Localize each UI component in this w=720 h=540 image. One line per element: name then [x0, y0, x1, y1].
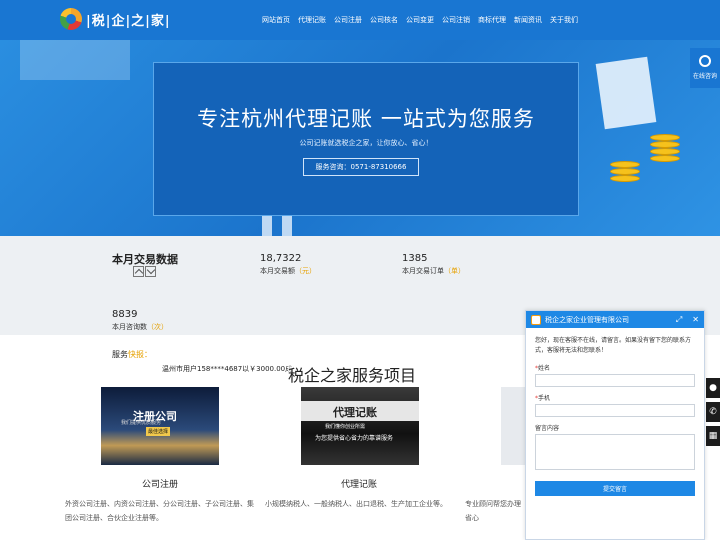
banner-tag: 最佳选择 [146, 427, 171, 436]
news-flash-text: 温州市用户158****4687以￥3000.00成 [162, 365, 293, 373]
chevron-up-icon[interactable] [133, 266, 144, 277]
phone-icon[interactable]: ✆ [706, 402, 720, 422]
nav-item-home[interactable]: 网站首页 [262, 15, 290, 25]
news-flash-label: 服务快报： [112, 350, 152, 359]
stat-orders-unit: （单） [444, 267, 465, 275]
banner-subtitle: 我们提供优质服务 [121, 420, 162, 426]
decor-bar [282, 215, 292, 236]
banner-subtitle: 我们懂你创业所需 [325, 424, 366, 430]
nav-item-trademark[interactable]: 商标代理 [478, 15, 506, 25]
stat-amount: 18,7322 本月交易额（元） [260, 253, 316, 276]
nav-item-cancel[interactable]: 公司注销 [442, 15, 470, 25]
nav-item-about[interactable]: 关于我们 [550, 15, 578, 25]
chat-company-name: 税企之家企业管理有限公司 [545, 315, 629, 324]
consult-phone-button[interactable]: 服务咨询：0571-87310666 [303, 158, 419, 176]
chat-header: 税企之家企业管理有限公司 ⤢ ✕ [526, 311, 704, 328]
close-icon[interactable]: ✕ [692, 315, 699, 325]
name-field[interactable] [535, 374, 695, 387]
stat-inquiries-unit: （次） [147, 323, 168, 331]
headset-icon [699, 55, 711, 67]
logo-text: |税|企|之|家| [86, 13, 171, 29]
nav-item-bookkeeping[interactable]: 代理记账 [298, 15, 326, 25]
name-label: *姓名 [535, 365, 551, 372]
banner-title: 代理记账 [333, 406, 377, 419]
message-textarea[interactable] [535, 434, 695, 470]
service-name-registration[interactable]: 公司注册 [142, 477, 178, 490]
coin-stack-icon [650, 155, 680, 162]
submit-message-button[interactable]: 提交留言 [535, 481, 695, 496]
stat-orders-value: 1385 [402, 253, 428, 264]
banner-tag: 为您提供省心省力的靠谱服务 [315, 435, 394, 442]
coin-icon [610, 175, 640, 182]
decor-block [20, 40, 130, 80]
coin-icon [610, 161, 640, 168]
main-nav: 网站首页 代理记账 公司注册 公司核名 公司变更 公司注销 商标代理 新闻资讯 … [262, 0, 578, 40]
service-desc-third: 专业顾问帮您办理省心 [465, 500, 521, 522]
stats-title: 本月交易数据 [112, 253, 178, 266]
hero-title: 专注杭州代理记账 一站式为您服务 [197, 107, 535, 131]
site-logo[interactable]: |税|企|之|家| [60, 8, 171, 30]
service-desc-registration: 外资公司注册、内资公司注册、分公司注册、子公司注册、集团公司注册、合伙企业注册等… [65, 500, 254, 522]
nav-item-change[interactable]: 公司变更 [406, 15, 434, 25]
service-name-bookkeeping[interactable]: 代理记账 [341, 477, 377, 490]
stat-inquiries-label: 本月咨询数 [112, 323, 147, 331]
stats-pager [133, 266, 156, 277]
chevron-down-icon[interactable] [145, 266, 156, 277]
phone-field[interactable] [535, 404, 695, 417]
document-icon [595, 56, 657, 130]
online-consult-button[interactable]: 在线咨询 [690, 48, 720, 88]
coin-icon [650, 134, 680, 141]
hero-subtitle: 公司记账就选税企之家，让你放心、省心！ [299, 139, 433, 147]
nav-item-registration[interactable]: 公司注册 [334, 15, 362, 25]
online-consult-label: 在线咨询 [692, 73, 717, 80]
hero-banner: 专注杭州代理记账 一站式为您服务 公司记账就选税企之家，让你放心、省心！ 服务咨… [0, 40, 720, 236]
stat-amount-unit: （元） [295, 267, 316, 275]
nav-item-name-check[interactable]: 公司核名 [370, 15, 398, 25]
hero-card: 专注杭州代理记账 一站式为您服务 公司记账就选税企之家，让你放心、省心！ 服务咨… [153, 62, 579, 216]
phone-label: *手机 [535, 395, 551, 402]
chat-offline-message: 您好，现在客服不在线，请留言。如果没有留下您的联系方式，客服将无法和您联系！ [535, 337, 692, 354]
service-banner-bookkeeping[interactable]: 代理记账 我们懂你创业所需 为您提供省心省力的靠谱服务 [301, 387, 419, 465]
site-header: |税|企|之|家| 网站首页 代理记账 公司注册 公司核名 公司变更 公司注销 … [0, 0, 720, 40]
coin-icon [610, 168, 640, 175]
logo-mark-icon [60, 8, 82, 30]
service-banner-registration[interactable]: 注册公司 我们提供优质服务 最佳选择 [101, 387, 219, 465]
qrcode-icon[interactable]: ▦ [706, 426, 720, 446]
chat-side-icon[interactable]: ● [706, 378, 720, 398]
stat-inquiries: 8839 本月咨询数（次） [112, 309, 168, 332]
chat-widget: 税企之家企业管理有限公司 ⤢ ✕ 您好，现在客服不在线，请留言。如果没有留下您的联… [525, 310, 705, 540]
stat-amount-value: 18,7322 [260, 253, 302, 264]
stat-orders-label: 本月交易订单 [402, 267, 444, 275]
service-desc-bookkeeping: 小规模纳税人、一般纳税人、出口退税、生产加工企业等。 [265, 500, 447, 508]
services-title: 税企之家服务项目 [288, 362, 417, 386]
coin-icon [650, 141, 680, 148]
nav-item-news[interactable]: 新闻资讯 [514, 15, 542, 25]
coin-icon [650, 148, 680, 155]
company-avatar [531, 314, 541, 325]
stat-inquiries-value: 8839 [112, 309, 138, 320]
content-label: 留言内容 [535, 425, 560, 432]
stat-orders: 1385 本月交易订单（单） [402, 253, 465, 276]
expand-icon[interactable]: ⤢ [676, 315, 682, 325]
stat-amount-label: 本月交易额 [260, 267, 295, 275]
